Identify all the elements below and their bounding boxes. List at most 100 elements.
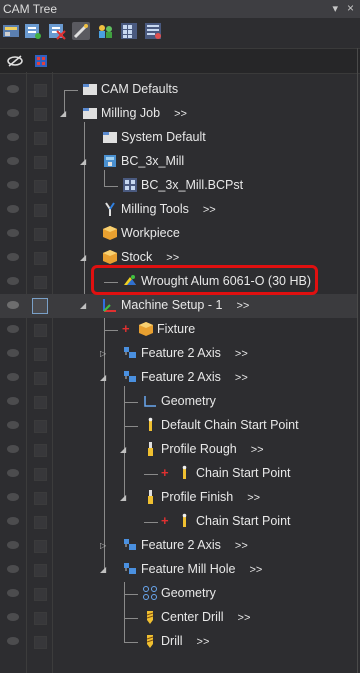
select-checkbox[interactable] (34, 276, 47, 289)
select-checkbox[interactable] (34, 84, 47, 97)
select-checkbox[interactable] (34, 588, 47, 601)
select-checkbox[interactable] (34, 324, 47, 337)
eye-icon[interactable] (6, 516, 20, 526)
tree-row[interactable]: ◢ Profile Finish >> (0, 486, 357, 510)
select-checkbox[interactable] (34, 444, 47, 457)
tree-row[interactable]: Milling Tools >> (0, 198, 357, 222)
eye-icon[interactable] (6, 420, 20, 430)
select-checkbox[interactable] (34, 420, 47, 433)
expand-arrow[interactable]: >> (251, 444, 264, 456)
toolpath-icon[interactable] (48, 22, 66, 40)
tree-row[interactable]: + Chain Start Point (0, 462, 357, 486)
eye-icon[interactable] (6, 636, 20, 646)
eye-icon[interactable] (6, 564, 20, 574)
tree-row[interactable]: BC_3x_Mill.BCPst (0, 174, 357, 198)
tree-row[interactable]: + Chain Start Point (0, 510, 357, 534)
collapse-icon[interactable]: ◢ (80, 253, 86, 262)
select-checkbox[interactable] (34, 492, 47, 505)
expand-arrow[interactable]: >> (235, 540, 248, 552)
tree-row[interactable]: ▷ Feature 2 Axis >> (0, 534, 357, 558)
eye-icon[interactable] (6, 396, 20, 406)
tree-row[interactable]: ◢ BC_3x_Mill (0, 150, 357, 174)
select-checkbox[interactable] (34, 372, 47, 385)
expand-icon[interactable]: ▷ (100, 349, 106, 358)
tools-icon[interactable] (72, 22, 90, 40)
eye-icon[interactable] (6, 300, 20, 310)
collapse-icon[interactable]: ◢ (100, 565, 106, 574)
select-checkbox[interactable] (34, 468, 47, 481)
eye-icon[interactable] (6, 132, 20, 142)
expand-arrow[interactable]: >> (247, 492, 260, 504)
tree-row[interactable]: ◢ Feature Mill Hole >> (0, 558, 357, 582)
settings-icon[interactable] (144, 22, 162, 40)
expand-arrow[interactable]: >> (166, 252, 179, 264)
tree-row[interactable]: Center Drill >> (0, 606, 357, 630)
tree-row[interactable]: ◢ Feature 2 Axis >> (0, 366, 357, 390)
grid-icon[interactable] (120, 22, 138, 40)
tree-row[interactable]: Geometry (0, 582, 357, 606)
expand-arrow[interactable]: >> (236, 300, 249, 312)
eye-icon[interactable] (6, 180, 20, 190)
expand-arrow[interactable]: >> (203, 204, 216, 216)
select-checkbox[interactable] (34, 228, 47, 241)
collapse-icon[interactable]: ◢ (80, 157, 86, 166)
expand-arrow[interactable]: >> (235, 348, 248, 360)
select-checkbox[interactable] (34, 396, 47, 409)
visibility-icon[interactable] (5, 51, 25, 71)
eye-icon[interactable] (6, 108, 20, 118)
select-checkbox[interactable] (32, 298, 48, 314)
expand-arrow[interactable]: >> (249, 564, 262, 576)
collapse-icon[interactable]: ◢ (100, 373, 106, 382)
tree-row[interactable]: ▷ Feature 2 Axis >> (0, 342, 357, 366)
tree-row[interactable]: Drill >> (0, 630, 357, 654)
tree-row[interactable]: System Default (0, 126, 357, 150)
tree-row[interactable]: Geometry (0, 390, 357, 414)
select-checkbox[interactable] (34, 612, 47, 625)
expand-arrow[interactable]: >> (174, 108, 187, 120)
eye-icon[interactable] (6, 84, 20, 94)
select-checkbox[interactable] (34, 108, 47, 121)
eye-icon[interactable] (6, 372, 20, 382)
expand-icon[interactable]: ▷ (100, 541, 106, 550)
select-checkbox[interactable] (34, 348, 47, 361)
tree-row[interactable]: + Fixture (0, 318, 357, 342)
eye-icon[interactable] (6, 468, 20, 478)
close-icon[interactable]: × (347, 1, 354, 15)
collapse-icon[interactable]: ◢ (120, 445, 126, 454)
select-checkbox[interactable] (34, 564, 47, 577)
select-checkbox[interactable] (34, 636, 47, 649)
collapse-icon[interactable]: ◢ (80, 301, 86, 310)
select-checkbox[interactable] (34, 252, 47, 265)
select-checkbox[interactable] (34, 180, 47, 193)
collapse-icon[interactable]: ◢ (120, 493, 126, 502)
eye-icon[interactable] (6, 612, 20, 622)
expand-arrow[interactable]: >> (238, 612, 251, 624)
select-checkbox[interactable] (34, 540, 47, 553)
tree-row[interactable]: Workpiece (0, 222, 357, 246)
expand-arrow[interactable]: >> (197, 636, 210, 648)
machine-icon[interactable] (2, 22, 20, 40)
select-checkbox[interactable] (34, 156, 47, 169)
people-icon[interactable] (96, 22, 114, 40)
select-icon[interactable] (31, 51, 51, 71)
eye-icon[interactable] (6, 276, 20, 286)
eye-icon[interactable] (6, 252, 20, 262)
expand-arrow[interactable]: >> (235, 372, 248, 384)
tree-row[interactable]: CAM Defaults (0, 78, 357, 102)
operations-icon[interactable] (24, 22, 42, 40)
select-checkbox[interactable] (34, 204, 47, 217)
tree-row-selected[interactable]: ◢ Machine Setup - 1 >> (0, 294, 357, 318)
eye-icon[interactable] (6, 492, 20, 502)
pin-icon[interactable]: ▾ (332, 2, 338, 15)
eye-icon[interactable] (6, 540, 20, 550)
eye-icon[interactable] (6, 204, 20, 214)
select-checkbox[interactable] (34, 516, 47, 529)
eye-icon[interactable] (6, 348, 20, 358)
collapse-icon[interactable]: ◢ (60, 109, 66, 118)
tree-row[interactable]: Default Chain Start Point (0, 414, 357, 438)
tree-row[interactable]: ◢ Profile Rough >> (0, 438, 357, 462)
eye-icon[interactable] (6, 588, 20, 598)
eye-icon[interactable] (6, 324, 20, 334)
eye-icon[interactable] (6, 228, 20, 238)
tree-row[interactable]: ◢ Milling Job >> (0, 102, 357, 126)
